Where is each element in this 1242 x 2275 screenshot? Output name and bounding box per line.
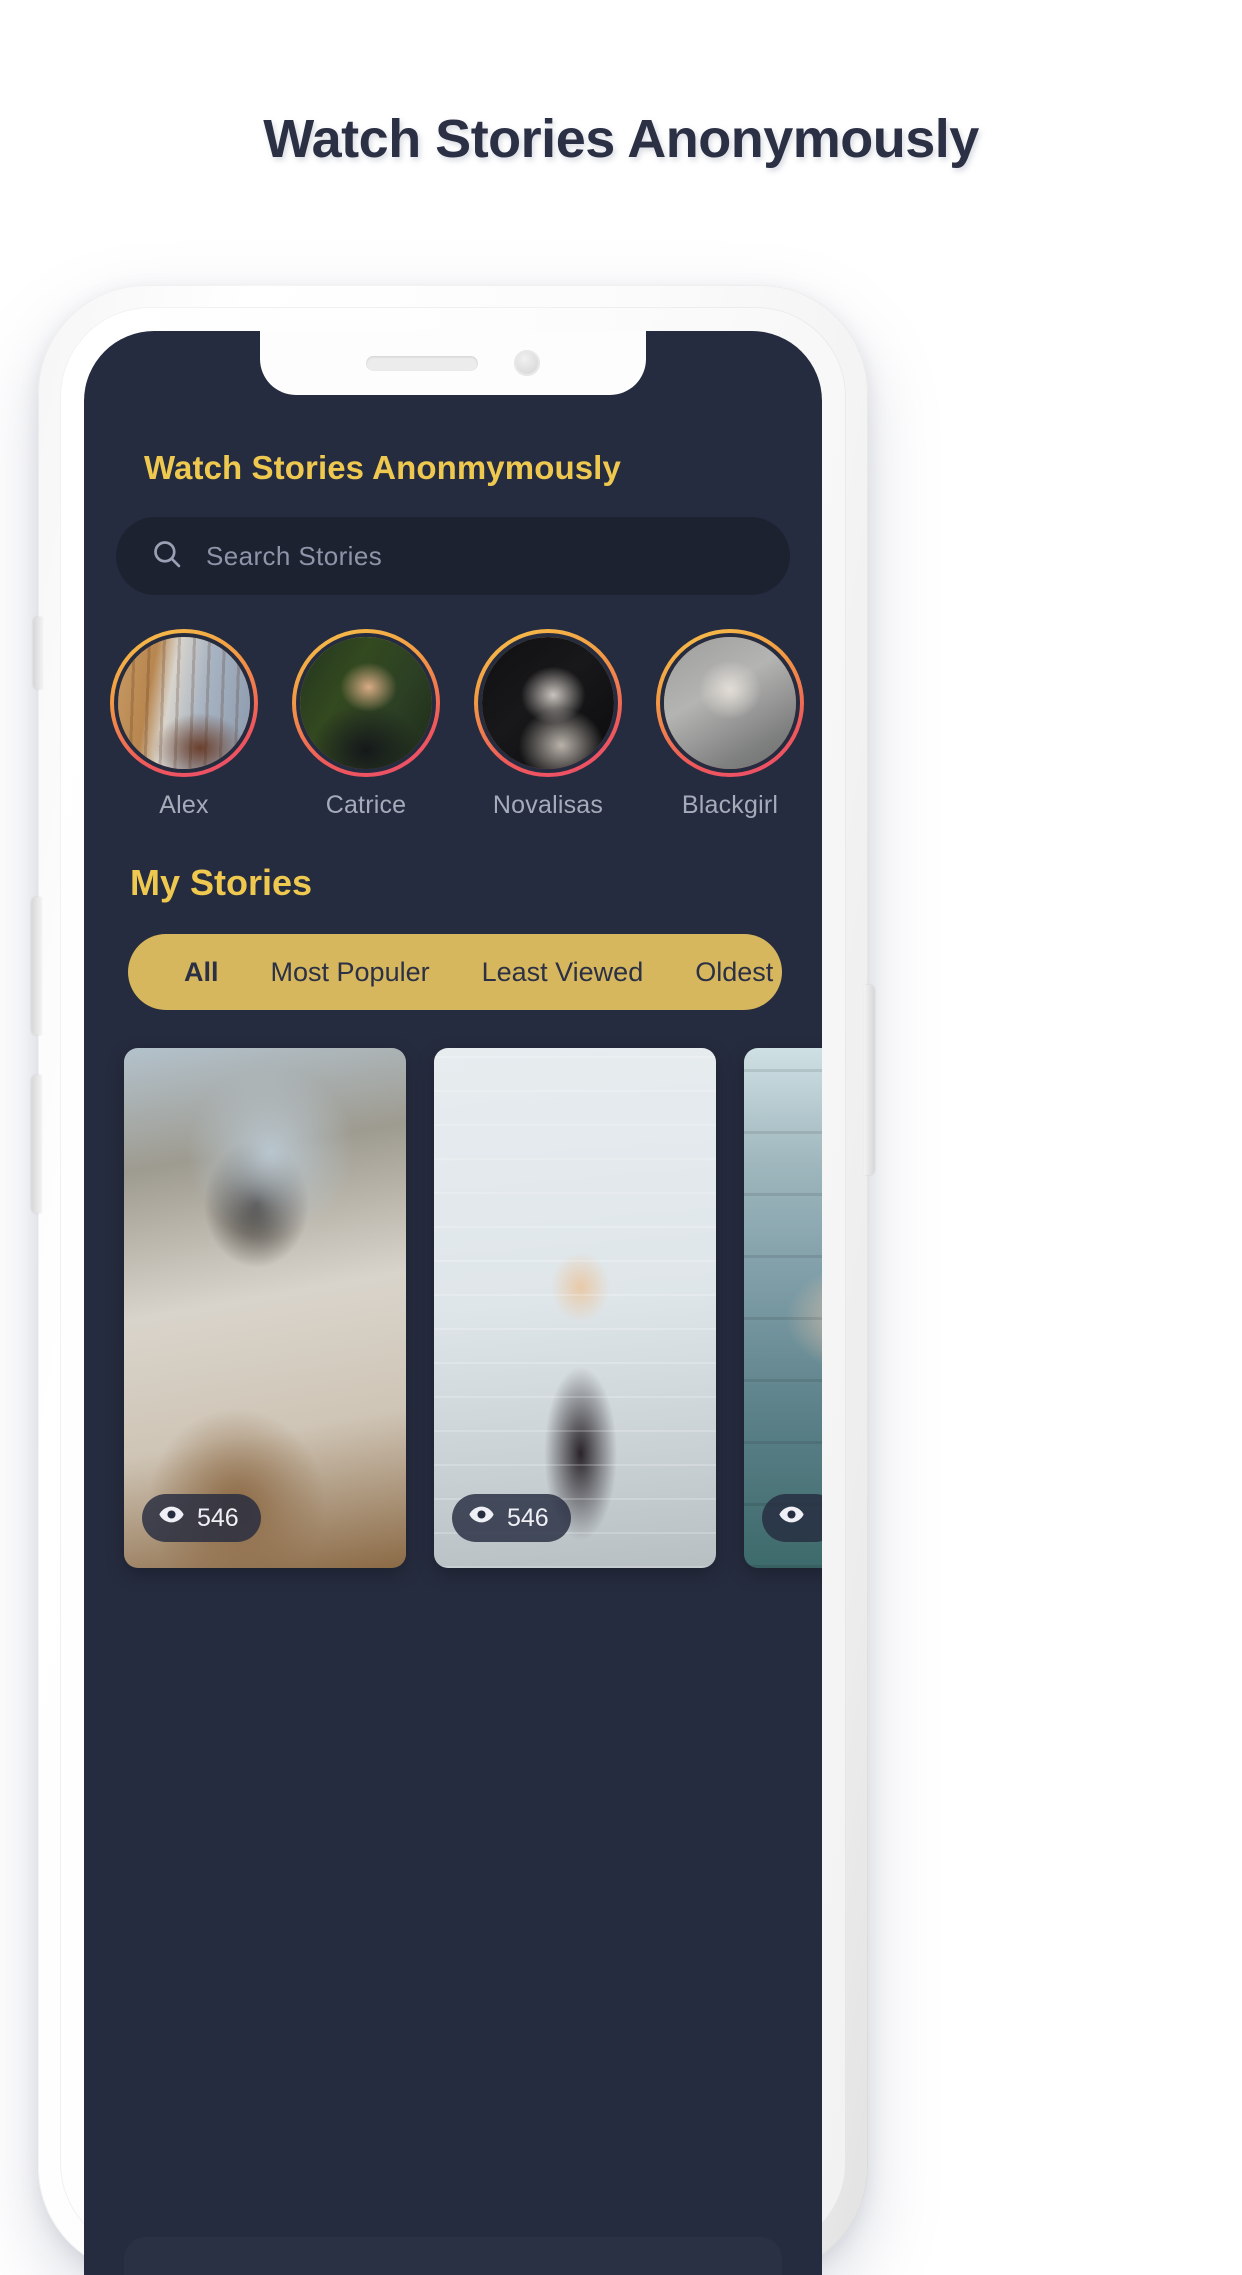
story-card[interactable]: 546 bbox=[124, 1048, 406, 1568]
volume-up-button[interactable] bbox=[32, 1075, 42, 1213]
search-input[interactable]: Search Stories bbox=[116, 517, 790, 595]
eye-icon bbox=[778, 1501, 805, 1535]
tab-most-populer[interactable]: Most Populer bbox=[245, 957, 456, 988]
section-title-my-stories: My Stories bbox=[130, 862, 313, 903]
avatar bbox=[660, 633, 800, 773]
phone-notch bbox=[260, 331, 646, 395]
status-badge bbox=[762, 1494, 822, 1542]
tab-least-viewed[interactable]: Least Viewed bbox=[456, 957, 670, 988]
story-avatar-label: Blackgirl bbox=[681, 791, 779, 819]
tab-all[interactable]: All bbox=[158, 957, 245, 988]
eye-icon bbox=[158, 1501, 185, 1535]
next-section-panel bbox=[124, 2237, 782, 2275]
story-ring bbox=[656, 629, 804, 777]
story-avatar-item[interactable]: Catrice bbox=[292, 629, 440, 820]
silent-switch[interactable] bbox=[34, 617, 43, 689]
power-button[interactable] bbox=[864, 985, 874, 1175]
story-avatar-label: Novalisas bbox=[492, 791, 604, 819]
story-card-photo bbox=[124, 1048, 406, 1568]
story-card[interactable] bbox=[744, 1048, 822, 1568]
story-avatar-label: Alex bbox=[159, 791, 209, 819]
stories-carousel[interactable]: Alex Catrice Novalisas Blackgirl bbox=[84, 629, 822, 820]
front-camera-icon bbox=[514, 350, 540, 376]
search-icon bbox=[150, 537, 184, 576]
app-header-title: Watch Stories Anonmymously bbox=[144, 449, 621, 486]
status-badge: 546 bbox=[142, 1494, 261, 1542]
search-placeholder: Search Stories bbox=[206, 540, 383, 571]
speaker-grille-icon bbox=[366, 355, 478, 371]
story-ring bbox=[474, 629, 622, 777]
story-card-photo bbox=[434, 1048, 716, 1568]
story-avatar-label: Catrice bbox=[325, 791, 407, 819]
avatar bbox=[296, 633, 436, 773]
tab-oldest[interactable]: Oldest bbox=[669, 957, 799, 988]
story-card[interactable]: 546 bbox=[434, 1048, 716, 1568]
volume-down-button[interactable] bbox=[32, 897, 42, 1035]
page-title: Watch Stories Anonymously bbox=[263, 109, 979, 169]
story-card-photo bbox=[744, 1048, 822, 1568]
stories-grid[interactable]: 546 546 bbox=[84, 1048, 822, 1568]
story-avatar-item[interactable]: Novalisas bbox=[474, 629, 622, 820]
story-avatar-item[interactable]: Blackgirl bbox=[656, 629, 804, 820]
view-count: 546 bbox=[197, 1503, 239, 1532]
view-count: 546 bbox=[507, 1503, 549, 1532]
filter-tab-bar[interactable]: All Most Populer Least Viewed Oldest bbox=[128, 934, 782, 1010]
phone-screen: Watch Stories Anonmymously Search Storie… bbox=[84, 331, 822, 2275]
phone-mockup: Watch Stories Anonmymously Search Storie… bbox=[32, 285, 874, 2275]
status-badge: 546 bbox=[452, 1494, 571, 1542]
story-avatar-item[interactable]: Alex bbox=[110, 629, 258, 820]
avatar-photo bbox=[664, 637, 796, 769]
story-ring bbox=[110, 629, 258, 777]
eye-icon bbox=[468, 1501, 495, 1535]
avatar bbox=[478, 633, 618, 773]
avatar bbox=[114, 633, 254, 773]
app-content: Watch Stories Anonmymously Search Storie… bbox=[84, 331, 822, 2275]
avatar-photo bbox=[118, 637, 250, 769]
story-ring bbox=[292, 629, 440, 777]
avatar-photo bbox=[482, 637, 614, 769]
avatar-photo bbox=[300, 637, 432, 769]
